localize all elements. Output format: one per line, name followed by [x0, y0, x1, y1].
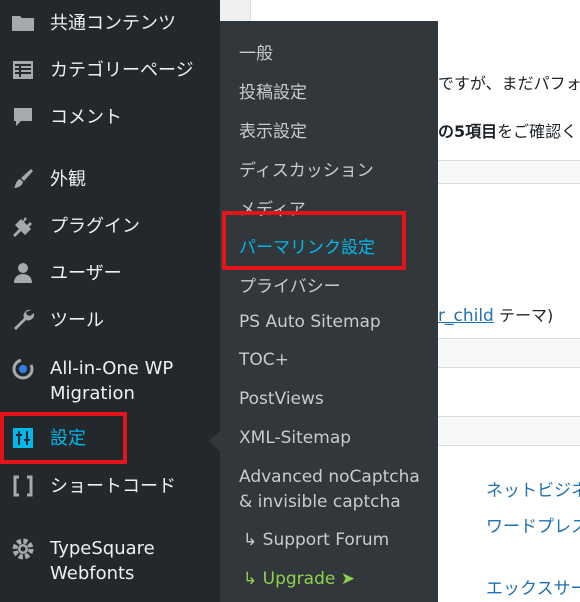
submenu-item-ps-auto-sitemap[interactable]: PS Auto Sitemap: [239, 312, 381, 332]
sidebar-item-all-in-one-migration[interactable]: All-in-One WP Migration: [0, 356, 220, 406]
submenu-item-privacy[interactable]: プライバシー: [239, 272, 341, 297]
sidebar-item-tools[interactable]: ツール: [0, 306, 220, 334]
notice-text-2: の5項目をご確認く: [438, 122, 578, 141]
submenu-item-writing[interactable]: 投稿設定: [239, 78, 307, 103]
sidebar-item-common-content[interactable]: 共通コンテンツ: [0, 9, 220, 37]
sidebar-item-label: ユーザー: [50, 262, 122, 284]
sidebar-item-label: プラグイン: [50, 215, 140, 237]
sidebar-item-label: TypeSquare Webfonts: [50, 538, 155, 584]
permalink-highlight-box: [222, 211, 406, 270]
sidebar-item-label: ツール: [50, 309, 104, 331]
sidebar-item-appearance[interactable]: 外観: [0, 165, 220, 193]
settings-highlight-box: [0, 412, 127, 464]
submenu-item-reading[interactable]: 表示設定: [239, 117, 307, 142]
sidebar-item-comments[interactable]: コメント: [0, 103, 220, 131]
comment-icon: [10, 104, 36, 130]
gear-icon: [10, 536, 36, 562]
sidebar-item-category-page[interactable]: カテゴリーページ: [0, 56, 220, 84]
sidebar-item-users[interactable]: ユーザー: [0, 259, 220, 287]
notice-text: ですが、まだパフォ: [438, 74, 580, 93]
submenu-item-discussion[interactable]: ディスカッション: [239, 156, 374, 181]
submenu-item-postviews[interactable]: PostViews: [239, 389, 324, 409]
submenu-pointer: [208, 431, 220, 451]
submenu-item-general[interactable]: 一般: [239, 39, 273, 64]
plug-icon: [10, 213, 36, 239]
submenu-item-xml-sitemap[interactable]: XML-Sitemap: [239, 428, 351, 448]
submenu-item-upgrade[interactable]: ↳ Upgrade ➤: [243, 569, 355, 589]
wrench-icon: [10, 307, 36, 333]
submenu-item-support-forum[interactable]: ↳ Support Forum: [243, 530, 389, 550]
sidebar-item-plugins[interactable]: プラグイン: [0, 212, 220, 240]
content-link-3[interactable]: エックスサー: [486, 574, 580, 599]
theme-line: r_child テーマ): [438, 306, 554, 326]
sidebar-item-label: コメント: [50, 106, 122, 128]
migration-icon: [10, 356, 36, 382]
theme-link[interactable]: r_child: [438, 306, 494, 326]
content-link-1[interactable]: ネットビジネ: [486, 476, 580, 501]
sidebar-item-label: カテゴリーページ: [50, 59, 194, 81]
folder-icon: [10, 10, 36, 36]
submenu-item-invisible-captcha[interactable]: & invisible captcha: [239, 492, 401, 512]
submenu-item-advanced-nocaptcha[interactable]: Advanced noCaptcha: [239, 467, 420, 487]
sidebar-item-label: 外観: [50, 168, 86, 190]
admin-sidebar: 共通コンテンツ カテゴリーページ コメント 外観 プラグイン ユーザー ツール …: [0, 0, 220, 602]
user-icon: [10, 260, 36, 286]
sidebar-item-shortcode[interactable]: ショートコード: [0, 472, 220, 500]
submenu-item-toc[interactable]: TOC+: [239, 350, 289, 370]
sidebar-item-typesquare[interactable]: TypeSquare Webfonts: [0, 536, 220, 586]
sidebar-item-label: All-in-One WP Migration: [50, 358, 174, 404]
settings-submenu: 一般 投稿設定 表示設定 ディスカッション メディア パーマリンク設定 プライバ…: [220, 21, 438, 602]
brush-icon: [10, 166, 36, 192]
content-link-2[interactable]: ワードプレス: [486, 512, 580, 537]
table-icon: [10, 57, 36, 83]
sidebar-item-label: ショートコード: [50, 475, 176, 497]
sidebar-item-label: 共通コンテンツ: [50, 12, 176, 34]
shortcode-icon: [10, 473, 36, 499]
